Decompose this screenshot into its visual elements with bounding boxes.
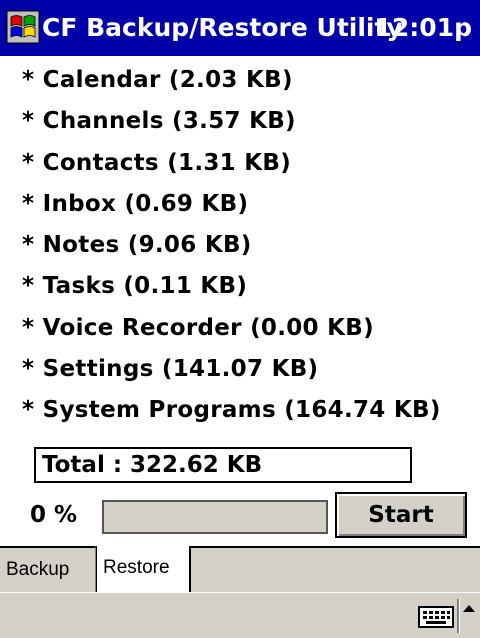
list-item-settings: * Settings (141.07 KB): [22, 356, 319, 383]
sip-arrow-icon[interactable]: [463, 605, 475, 612]
clock[interactable]: 12:01p: [375, 13, 472, 42]
list-item-calendar: * Calendar (2.03 KB): [22, 67, 293, 93]
progress-percent: 0 %: [30, 502, 78, 528]
start-button[interactable]: Start: [335, 492, 467, 538]
keyboard-icon[interactable]: [418, 605, 454, 629]
tab-backup[interactable]: Backup: [0, 546, 96, 592]
list-item-contacts: * Contacts (1.31 KB): [22, 149, 292, 176]
progress-bar: [102, 500, 328, 534]
tab-restore[interactable]: Restore: [96, 546, 191, 592]
list-item-channels: * Channels (3.57 KB): [22, 108, 296, 135]
command-bar: [0, 592, 480, 638]
tab-bar: Backup Restore: [0, 546, 480, 592]
app-title: CF Backup/Restore Utility: [42, 13, 403, 42]
list-item-system-programs: * System Programs (164.74 KB): [22, 397, 441, 424]
total-box: Total : 322.62 KB: [34, 447, 412, 483]
list-item-notes: * Notes (9.06 KB): [22, 232, 252, 259]
list-item-voice-recorder: * Voice Recorder (0.00 KB): [22, 314, 374, 341]
total-label: Total : 322.62 KB: [42, 452, 263, 478]
sip-separator: [457, 599, 460, 633]
windows-flag-icon[interactable]: [6, 10, 40, 44]
list-item-tasks: * Tasks (0.11 KB): [22, 273, 248, 300]
backup-item-list: * Calendar (2.03 KB) * Channels (3.57 KB…: [22, 60, 441, 432]
list-item-inbox: * Inbox (0.69 KB): [22, 190, 249, 217]
title-bar: CF Backup/Restore Utility 12:01p: [0, 0, 480, 56]
